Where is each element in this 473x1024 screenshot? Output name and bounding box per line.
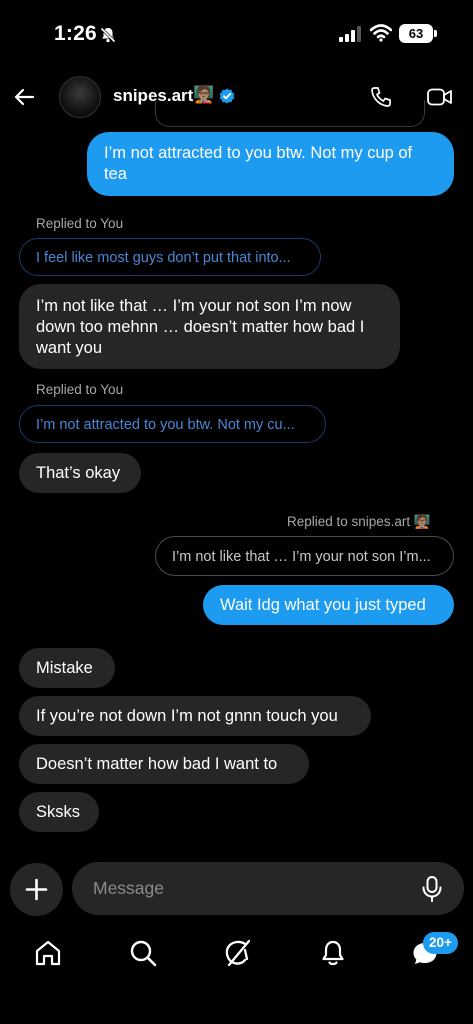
reply-quote[interactable]: I’m not attracted to you btw. Not my cu.…: [19, 405, 326, 443]
message-line: down too mehnn … doesn’t matter how bad …: [36, 318, 365, 336]
message-line: want you: [36, 339, 103, 357]
plus-icon: [25, 878, 48, 901]
grok-icon[interactable]: [223, 938, 253, 968]
bell-muted-icon: [99, 26, 117, 44]
message-incoming[interactable]: Sksks: [19, 792, 99, 832]
video-call-icon[interactable]: [427, 86, 453, 108]
messages-count-badge: 20+: [423, 932, 458, 954]
battery-indicator: 63: [399, 24, 433, 43]
reply-label: Replied to snipes.art 🧑🏽‍🏫: [287, 514, 431, 530]
message-incoming[interactable]: If you’re not down I’m not gnnn touch yo…: [19, 696, 371, 736]
message-line: I’m not like that … I’m your not son I’m…: [36, 297, 352, 315]
home-icon[interactable]: [33, 938, 63, 968]
avatar[interactable]: [59, 76, 101, 118]
reply-quote[interactable]: I’m not like that … I’m your not son I’m…: [155, 536, 454, 576]
reply-label-emoji: 🧑🏽‍🏫: [413, 514, 431, 529]
back-arrow-icon[interactable]: [12, 85, 36, 109]
message-line: tea: [104, 165, 127, 183]
message-line: I’m not attracted to you btw. Not my cup…: [104, 144, 413, 162]
message-input-placeholder: Message: [93, 878, 165, 898]
reply-label-text: Replied to snipes.art: [287, 514, 411, 529]
reply-quote[interactable]: I feel like most guys don’t put that int…: [19, 238, 321, 276]
notifications-bell-icon[interactable]: [318, 938, 348, 968]
message-outgoing[interactable]: Wait Idg what you just typed: [203, 585, 454, 625]
status-time: 1:26: [54, 22, 97, 45]
wifi-icon: [370, 24, 392, 42]
message-incoming[interactable]: I’m not like that … I’m your not son I’m…: [19, 284, 400, 369]
message-incoming[interactable]: Doesn’t matter how bad I want to: [19, 744, 309, 784]
add-attachment-button[interactable]: [10, 863, 63, 916]
signal-icon: [339, 26, 361, 42]
message-outgoing[interactable]: I’m not attracted to you btw. Not my cup…: [87, 132, 454, 196]
reply-label: Replied to You: [36, 216, 124, 231]
battery-tip: [434, 30, 437, 37]
message-incoming[interactable]: Mistake: [19, 648, 115, 688]
message-incoming[interactable]: That’s okay: [19, 453, 141, 493]
microphone-icon[interactable]: [420, 875, 444, 903]
reply-label: Replied to You: [36, 382, 124, 397]
partial-reply-bubble: [155, 100, 425, 127]
search-icon[interactable]: [128, 938, 158, 968]
